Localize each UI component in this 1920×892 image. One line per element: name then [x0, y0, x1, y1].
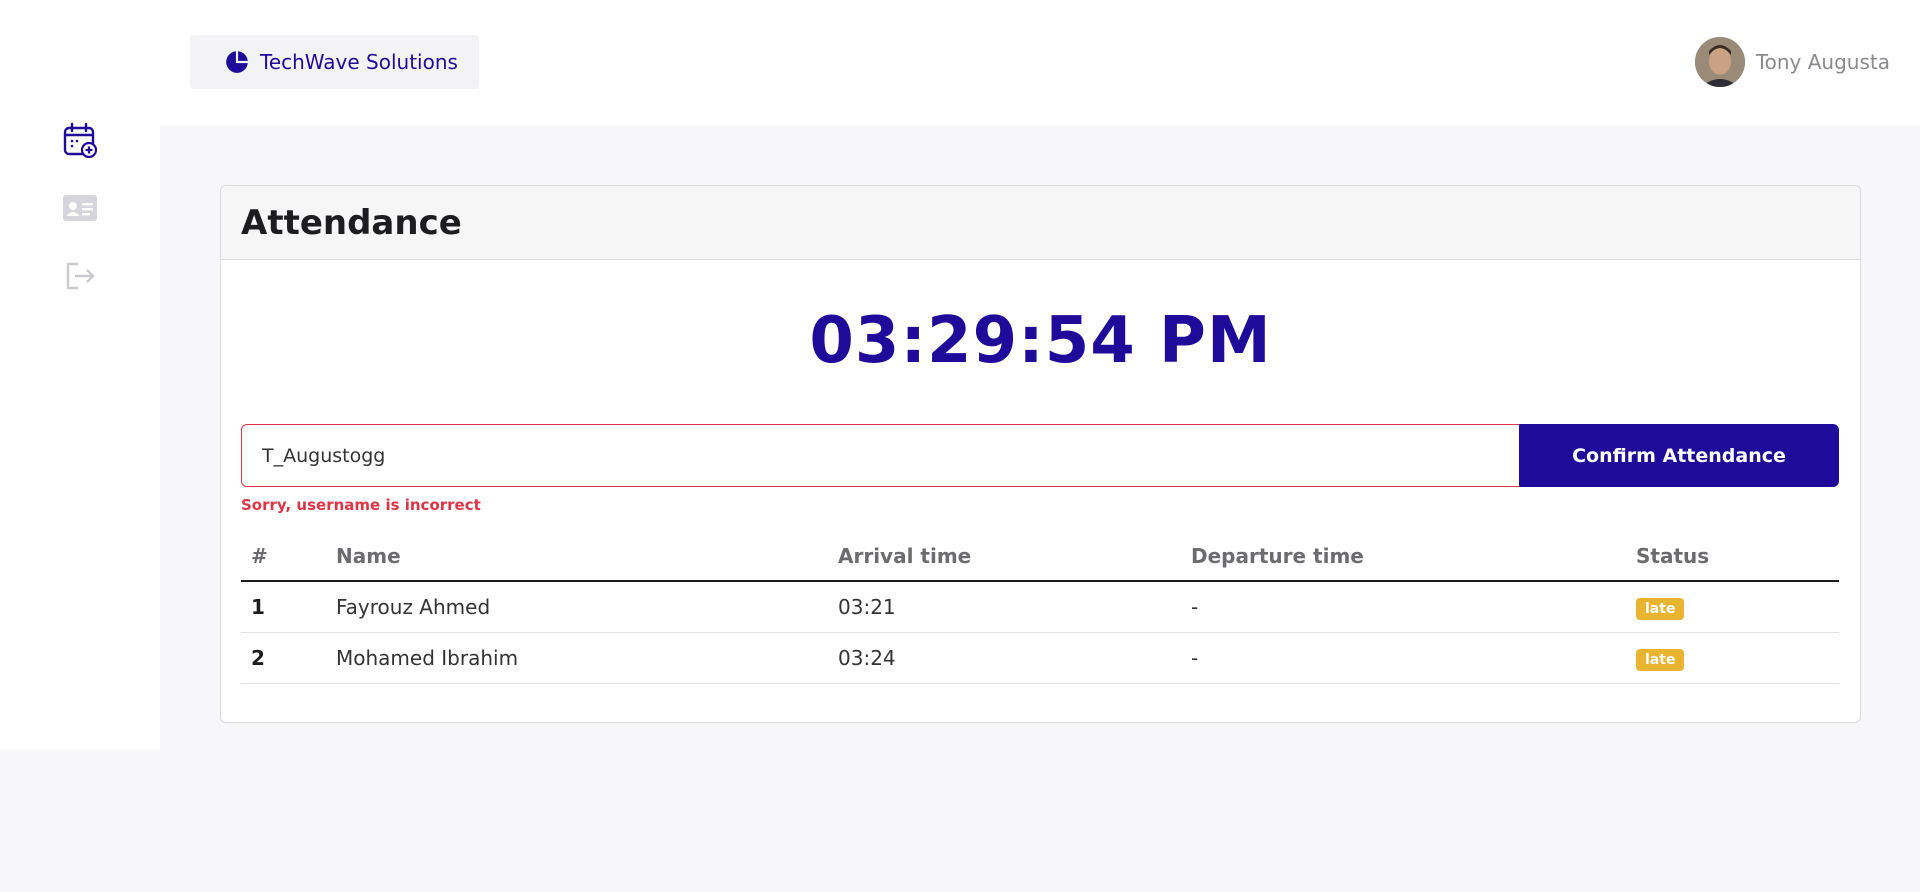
avatar-image [1694, 37, 1745, 87]
attendance-card: Attendance 03:29:54 PM Confirm Attendanc… [220, 185, 1861, 723]
calendar-add-icon [63, 122, 97, 158]
card-title: Attendance [221, 186, 1860, 260]
row-departure: - [1181, 632, 1626, 684]
column-header-status: Status [1626, 531, 1839, 582]
table-row: 2 Mohamed Ibrahim 03:24 - late [241, 632, 1839, 684]
column-header-name: Name [326, 531, 828, 582]
status-badge: late [1636, 597, 1685, 620]
table-row: 1 Fayrouz Ahmed 03:21 - late [241, 581, 1839, 633]
username-input[interactable] [241, 424, 1519, 487]
row-arrival: 03:24 [828, 632, 1181, 684]
sidebar-item-logout[interactable] [62, 258, 98, 294]
row-index: 1 [241, 581, 326, 633]
pie-chart-icon [226, 51, 248, 73]
sidebar [0, 110, 160, 750]
row-arrival: 03:21 [828, 581, 1181, 633]
company-name: TechWave Solutions [260, 50, 458, 74]
avatar[interactable] [1694, 37, 1745, 87]
sidebar-item-attendance[interactable] [62, 122, 98, 158]
row-name: Fayrouz Ahmed [326, 581, 828, 633]
user-name: Tony Augusta [1755, 50, 1890, 74]
top-header: TechWave Solutions Tony Augusta [0, 0, 1920, 125]
live-clock: 03:29:54 PM [809, 304, 1272, 378]
company-brand[interactable]: TechWave Solutions [190, 35, 479, 89]
id-card-icon [63, 195, 97, 221]
sidebar-item-profile[interactable] [62, 190, 98, 226]
column-header-departure: Departure time [1181, 531, 1626, 582]
row-name: Mohamed Ibrahim [326, 632, 828, 684]
attendance-table: # Name Arrival time Departure time Statu… [241, 531, 1839, 684]
column-header-index: # [241, 531, 326, 582]
error-message: Sorry, username is incorrect [241, 496, 481, 514]
status-badge: late [1636, 648, 1685, 671]
row-index: 2 [241, 632, 326, 684]
row-status-cell: late [1626, 581, 1839, 633]
row-status-cell: late [1626, 632, 1839, 684]
confirm-attendance-button[interactable]: Confirm Attendance [1519, 424, 1839, 487]
logout-icon [66, 262, 95, 290]
row-departure: - [1181, 581, 1626, 633]
attendance-form: Confirm Attendance [241, 424, 1839, 487]
column-header-arrival: Arrival time [828, 531, 1181, 582]
table-header-row: # Name Arrival time Departure time Statu… [241, 531, 1839, 582]
user-menu[interactable]: Tony Augusta [1694, 37, 1890, 87]
